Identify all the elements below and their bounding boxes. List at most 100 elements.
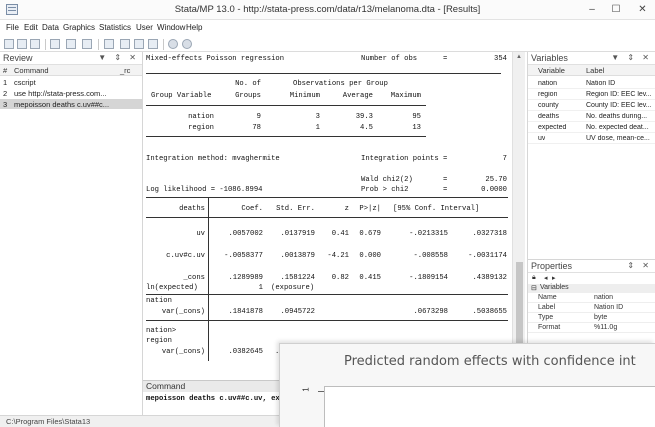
column-command[interactable]: Command <box>14 66 49 75</box>
property-row[interactable]: Label Nation ID <box>528 304 655 313</box>
graph-window[interactable]: Predicted random effects with confidence… <box>279 343 655 427</box>
prob-eq: = <box>443 186 448 194</box>
save-icon[interactable] <box>17 39 27 49</box>
column-variable[interactable]: Variable <box>538 66 565 75</box>
toolbar-separator <box>163 39 164 50</box>
prob-value: 0.0000 <box>481 186 507 194</box>
variable-name: region <box>538 91 558 98</box>
review-header-icons[interactable]: ▼ ⇕ ✕ <box>98 53 139 62</box>
maximize-button[interactable]: ☐ <box>604 0 628 20</box>
review-row[interactable]: 2 use http://stata-press.com... <box>0 88 142 98</box>
coef-row-ci-high: .0327318 <box>472 230 507 238</box>
property-value: Nation ID <box>594 304 624 311</box>
table-rule <box>146 105 426 106</box>
toolbar <box>0 36 655 52</box>
property-value: byte <box>594 314 608 321</box>
scroll-up-icon[interactable]: ▲ <box>516 54 522 60</box>
more-icon[interactable] <box>168 39 178 49</box>
wald-eq: = <box>443 176 448 184</box>
wald-value: 25.70 <box>485 176 507 184</box>
review-row-selected[interactable]: 3 mepoisson deaths c.uv##c... <box>0 99 142 109</box>
coef-row-coef: .0057002 <box>228 230 263 238</box>
offset-value: 1 <box>258 284 263 292</box>
window-title: Stata/MP 13.0 - http://stata-press.com/d… <box>174 4 481 15</box>
property-row[interactable]: Type byte <box>528 314 655 323</box>
working-directory: C:\Program Files\Stata13 <box>6 417 91 426</box>
review-row[interactable]: 1 cscript <box>0 77 142 87</box>
offset-note: (exposure) <box>271 284 315 292</box>
variable-label: Nation ID <box>586 80 616 87</box>
variable-row[interactable]: nation Nation ID <box>528 79 655 89</box>
menu-data[interactable]: Data <box>42 23 59 32</box>
property-row[interactable]: Name nation <box>528 294 655 303</box>
review-row-num: 1 <box>3 78 8 87</box>
coef-row-ci-high: .4389132 <box>472 274 507 282</box>
group-row-min: 1 <box>315 124 320 132</box>
forward-icon[interactable]: ▸ <box>552 274 556 282</box>
variables-header: Variables ▼ ⇕ ✕ <box>528 52 655 65</box>
menu-statistics[interactable]: Statistics <box>99 23 131 32</box>
lock-icon[interactable]: 🔒︎ <box>532 274 536 282</box>
column-num[interactable]: # <box>3 66 7 75</box>
column-label[interactable]: Label <box>586 66 604 75</box>
coef-row-ci-low: -.008558 <box>413 252 448 260</box>
menu-window[interactable]: Window <box>157 23 185 32</box>
coef-row-se: .0013879 <box>280 252 315 260</box>
group-head-no-of: No. of <box>235 80 261 88</box>
variable-row[interactable]: deaths No. deaths during... <box>528 112 655 122</box>
minimize-button[interactable]: – <box>580 0 604 20</box>
review-column-header: # Command _rc <box>0 65 142 76</box>
variables-manager-icon[interactable] <box>148 39 158 49</box>
collapse-icon[interactable]: ⊟ <box>531 284 537 292</box>
close-button[interactable]: ✕ <box>630 0 655 20</box>
coef-row-z: 0.82 <box>331 274 349 282</box>
property-row[interactable]: Format %11.0g <box>528 324 655 333</box>
group-row-groups: 9 <box>256 113 261 121</box>
group-head-obs: Observations per Group <box>293 80 388 88</box>
table-rule <box>146 217 508 218</box>
integration-points-value: 7 <box>502 155 507 163</box>
properties-header-icons[interactable]: ⇕ ✕ <box>627 261 652 270</box>
table-rule <box>146 294 508 295</box>
coef-row-coef: .1289989 <box>228 274 263 282</box>
log-icon[interactable] <box>50 39 60 49</box>
variable-row[interactable]: expected No. expected deat... <box>528 123 655 133</box>
do-file-editor-icon[interactable] <box>104 39 114 49</box>
command-input[interactable]: mepoisson deaths c.uv##c.uv, expo <box>146 395 288 403</box>
menu-user[interactable]: User <box>136 23 153 32</box>
menu-file[interactable]: File <box>6 23 19 32</box>
variable-row[interactable]: county County ID: EEC lev... <box>528 101 655 111</box>
graph-icon[interactable] <box>82 39 92 49</box>
variables-header-icons[interactable]: ▼ ⇕ ✕ <box>611 53 652 62</box>
variable-name: county <box>538 102 559 109</box>
break-icon[interactable] <box>182 39 192 49</box>
open-icon[interactable] <box>4 39 14 49</box>
variable-row[interactable]: uv UV dose, mean-ce... <box>528 134 655 144</box>
column-rc[interactable]: _rc <box>120 66 130 75</box>
properties-section[interactable]: ⊟ Variables <box>528 284 655 293</box>
menu-graphics[interactable]: Graphics <box>63 23 95 32</box>
results-scrollbar[interactable]: ▲ <box>512 52 525 377</box>
back-icon[interactable]: ◂ <box>544 274 548 282</box>
property-value: %11.0g <box>594 324 618 331</box>
data-editor-icon[interactable] <box>120 39 130 49</box>
coef-row-se: .0137919 <box>280 230 315 238</box>
data-browser-icon[interactable] <box>134 39 144 49</box>
title-bar: Stata/MP 13.0 - http://stata-press.com/d… <box>0 0 655 20</box>
results-window[interactable]: Mixed-effects Poisson regression Number … <box>143 52 512 377</box>
print-icon[interactable] <box>30 39 40 49</box>
coef-row-name: _cons <box>183 274 205 282</box>
coef-row-z: 0.41 <box>331 230 349 238</box>
graph-title: Predicted random effects with confidence… <box>344 354 636 369</box>
viewer-icon[interactable] <box>66 39 76 49</box>
coef-head-ci: [95% Conf. Interval] <box>393 205 480 213</box>
coef-row-ci-high: -.0031174 <box>468 252 507 260</box>
menu-edit[interactable]: Edit <box>24 23 38 32</box>
group-row-max: 95 <box>412 113 421 121</box>
group-row-max: 13 <box>412 124 421 132</box>
variables-column-header: Variable Label <box>528 65 655 76</box>
results-model-title: Mixed-effects Poisson regression <box>146 55 285 63</box>
menu-help[interactable]: Help <box>186 23 202 32</box>
group-row-min: 3 <box>315 113 320 121</box>
variable-row[interactable]: region Region ID: EEC lev... <box>528 90 655 100</box>
